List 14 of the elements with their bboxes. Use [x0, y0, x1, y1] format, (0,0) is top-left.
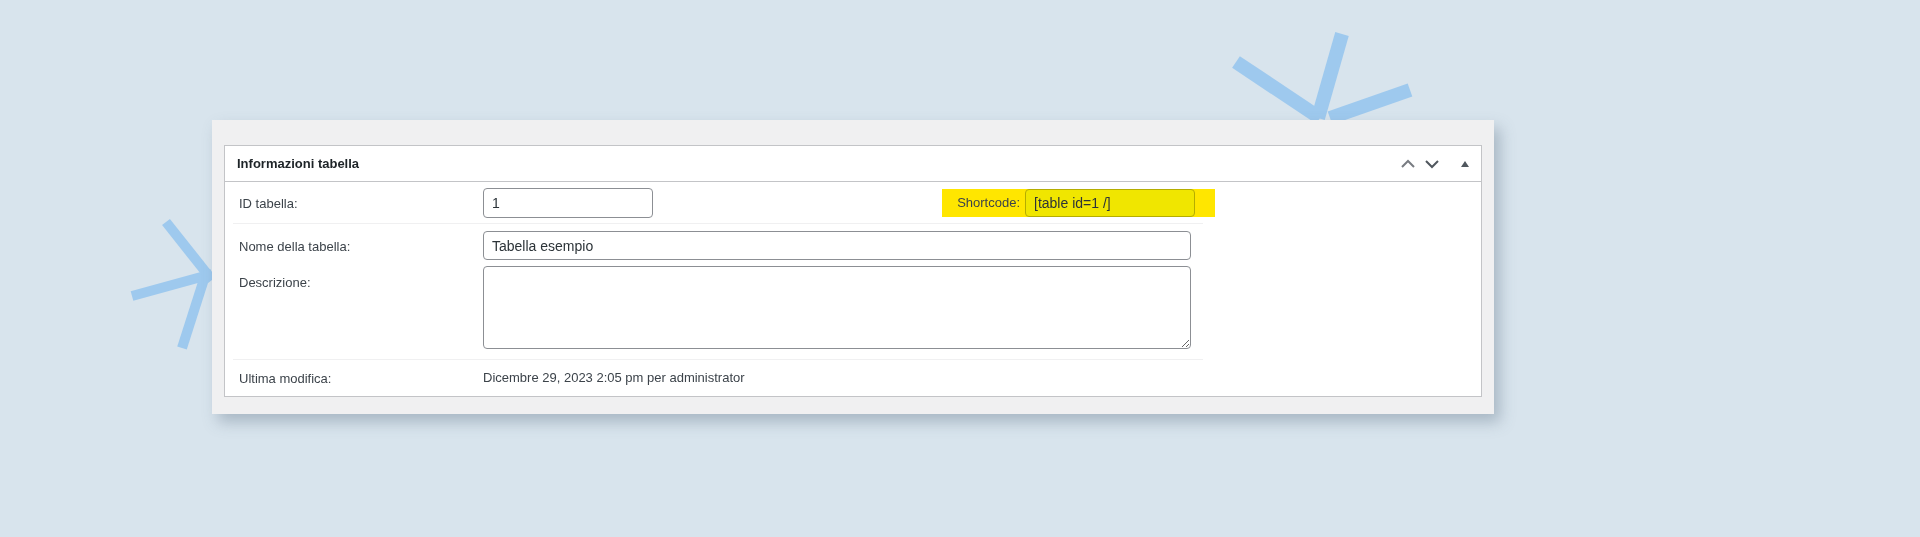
- field-label: ID tabella:: [239, 195, 298, 211]
- id-input[interactable]: 1: [483, 187, 653, 218]
- chevron-down-icon[interactable]: [1425, 158, 1439, 169]
- shortcode-label: Shortcode:: [957, 193, 1020, 212]
- name-input[interactable]: Tabella esempio: [483, 231, 1191, 260]
- field-label: Ultima modifica:: [239, 371, 332, 386]
- shortcode-input[interactable]: [table id=1 /]: [1025, 188, 1195, 217]
- panel-title: Informazioni tabella: [237, 154, 360, 173]
- field-label: Descrizione:: [239, 275, 311, 290]
- modified-info: Dicembre 29, 2023 2:05 pm per administrator: [483, 369, 745, 388]
- triangle-up-icon[interactable]: [1461, 160, 1469, 167]
- description-textarea[interactable]: [483, 266, 1191, 349]
- chevron-up-icon[interactable]: [1401, 158, 1415, 169]
- field-label: Nome della tabella:: [239, 238, 351, 254]
